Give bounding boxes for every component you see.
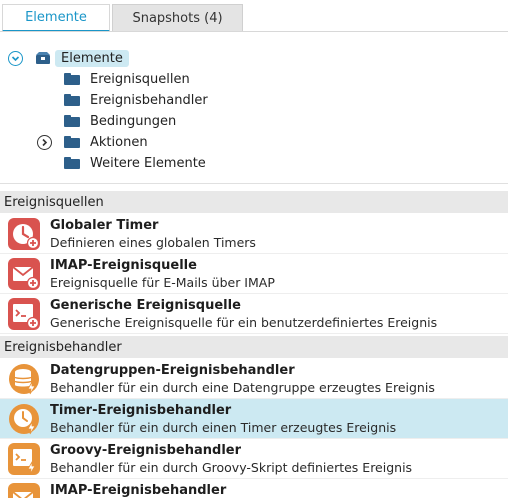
section-header-ereignisquellen: Ereignisquellen <box>0 191 508 213</box>
tree-root[interactable]: Elemente <box>8 48 129 68</box>
folder-icon <box>64 157 80 169</box>
tab-elemente[interactable]: Elemente <box>2 4 110 32</box>
script-lightning-icon <box>8 443 40 475</box>
list-item-groovy-ereignisbehandler[interactable]: Groovy-Ereignisbehandler Behandler für e… <box>0 439 508 479</box>
tree-item-label: Ereignisquellen <box>90 71 190 87</box>
collapse-icon[interactable] <box>8 50 23 66</box>
item-description: Generische Ereignisquelle für ein benutz… <box>50 315 438 330</box>
list-item-imap-ereignisquelle[interactable]: IMAP-Ereignisquelle Ereignisquelle für E… <box>0 254 508 294</box>
folder-icon <box>64 136 80 148</box>
list-item-globaler-timer[interactable]: Globaler Timer Definieren eines globalen… <box>0 214 508 254</box>
expand-icon[interactable] <box>37 134 52 150</box>
folder-icon <box>64 73 80 85</box>
list-item-datengruppen-ereignisbehandler[interactable]: Datengruppen-Ereignisbehandler Behandler… <box>0 359 508 399</box>
mail-lightning-icon <box>8 483 40 498</box>
item-description: Ereignisquelle für E-Mails über IMAP <box>50 275 275 290</box>
tree-item-weitere-elemente[interactable]: Weitere Elemente <box>64 153 206 173</box>
item-title: Globaler Timer <box>50 218 159 233</box>
item-description: Definieren eines globalen Timers <box>50 235 256 250</box>
item-title: Generische Ereignisquelle <box>50 298 241 313</box>
tree-item-label: Ereignisbehandler <box>90 92 208 108</box>
element-tree: Elemente Ereignisquellen Ereignisbehandl… <box>0 40 508 180</box>
open-box-icon <box>35 51 51 65</box>
tab-snapshots[interactable]: Snapshots (4) <box>112 4 243 32</box>
tree-item-aktionen[interactable]: Aktionen <box>37 132 148 152</box>
script-plus-icon <box>8 298 40 330</box>
item-description: Behandler für ein durch einen Timer erze… <box>50 420 397 435</box>
tab-divider <box>0 31 508 32</box>
list-item-imap-ereignisbehandler[interactable]: IMAP-Ereignisbehandler <box>0 479 508 498</box>
item-title: IMAP-Ereignisbehandler <box>50 483 227 498</box>
database-lightning-icon <box>8 363 40 395</box>
folder-icon <box>64 94 80 106</box>
section-header-ereignisbehandler: Ereignisbehandler <box>0 336 508 358</box>
mail-plus-icon <box>8 258 40 290</box>
tree-item-label: Aktionen <box>90 134 148 150</box>
item-title: Timer-Ereignisbehandler <box>50 403 232 418</box>
tree-item-ereignisquellen[interactable]: Ereignisquellen <box>64 69 190 89</box>
tree-item-label: Bedingungen <box>90 113 177 129</box>
item-description: Behandler für ein durch Groovy-Skript de… <box>50 460 413 475</box>
tree-item-label: Weitere Elemente <box>90 155 206 171</box>
list-item-timer-ereignisbehandler[interactable]: Timer-Ereignisbehandler Behandler für ei… <box>0 399 508 439</box>
tree-item-ereignisbehandler[interactable]: Ereignisbehandler <box>64 90 208 110</box>
divider <box>0 183 508 184</box>
tree-item-bedingungen[interactable]: Bedingungen <box>64 111 176 131</box>
item-title: Groovy-Ereignisbehandler <box>50 443 242 458</box>
item-title: IMAP-Ereignisquelle <box>50 258 197 273</box>
tab-bar: Elemente Snapshots (4) <box>0 0 508 34</box>
tree-root-label: Elemente <box>55 49 129 67</box>
list-item-generische-ereignisquelle[interactable]: Generische Ereignisquelle Generische Ere… <box>0 294 508 334</box>
item-title: Datengruppen-Ereignisbehandler <box>50 363 295 378</box>
clock-plus-icon <box>8 218 40 250</box>
item-description: Behandler für ein durch eine Datengruppe… <box>50 380 435 395</box>
clock-lightning-icon <box>8 403 40 435</box>
folder-icon <box>64 115 80 127</box>
